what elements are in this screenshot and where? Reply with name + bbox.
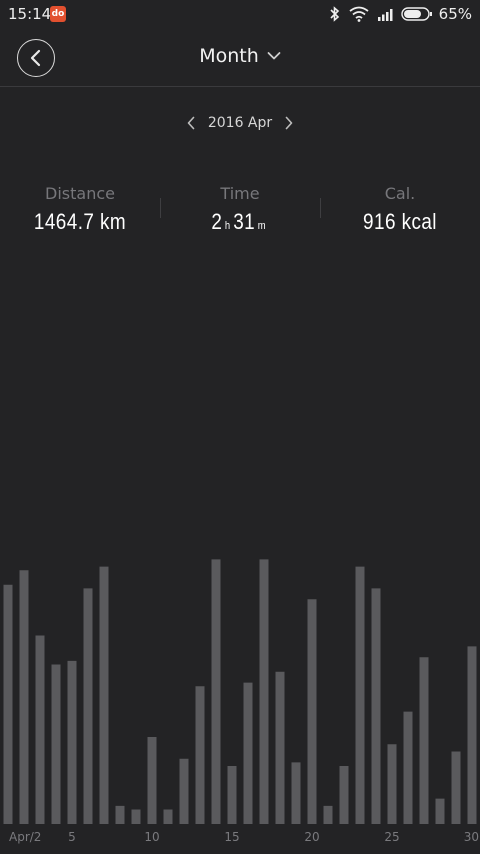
chevron-down-icon	[267, 52, 281, 60]
x-tick-label: 30	[464, 830, 479, 844]
chart-bar[interactable]	[163, 809, 173, 825]
chart-bar[interactable]	[51, 664, 61, 825]
chart-bar[interactable]	[307, 599, 317, 824]
chart-bar[interactable]	[3, 584, 13, 824]
x-tick-label: Apr/2	[9, 830, 41, 844]
chart-bar[interactable]	[371, 588, 381, 824]
header: Month	[0, 28, 480, 87]
month-navigator: 2016 Apr	[0, 115, 480, 131]
status-time: 15:14	[8, 5, 52, 23]
stat-time-hours: 2	[211, 209, 223, 234]
status-icons: 65%	[329, 5, 472, 23]
chart-bar[interactable]	[451, 751, 461, 825]
chart-bar[interactable]	[195, 686, 205, 824]
month-label: 2016 Apr	[207, 115, 273, 131]
chart-bar[interactable]	[419, 657, 429, 824]
daily-distance-chart: Apr/2 5 10 15 20 25 30	[3, 559, 479, 844]
x-tick-label: 10	[144, 830, 159, 844]
stat-time-minutes: 31	[233, 209, 256, 234]
chart-bar[interactable]	[291, 762, 301, 824]
chart-bar[interactable]	[323, 805, 333, 824]
period-label: Month	[199, 45, 259, 67]
stat-distance: Distance 1464.7 km	[0, 184, 160, 235]
next-month-button[interactable]	[284, 116, 294, 130]
stat-time-label: Time	[220, 184, 260, 203]
chart-bar[interactable]	[147, 737, 157, 824]
chart-bar[interactable]	[99, 566, 109, 824]
chart-bar[interactable]	[259, 559, 269, 824]
chart-bar[interactable]	[403, 711, 413, 824]
stat-distance-label: Distance	[45, 184, 115, 203]
chart-bar[interactable]	[19, 570, 29, 824]
chart-bar[interactable]	[35, 635, 45, 825]
stat-calories-label: Cal.	[384, 184, 416, 203]
chart-bar[interactable]	[227, 766, 237, 824]
chart-bar[interactable]	[67, 660, 77, 824]
signal-icon	[377, 9, 393, 21]
stat-calories-value: 916 kcal	[363, 209, 437, 234]
chart-bar[interactable]	[243, 682, 253, 824]
bluetooth-icon	[330, 6, 339, 22]
stat-time-value: 2 h 31 m	[171, 209, 309, 235]
app-notification-icon: do	[50, 6, 66, 22]
x-tick-label: 20	[304, 830, 319, 844]
stat-time: Time 2 h 31 m	[160, 184, 320, 235]
battery-percent: 65%	[438, 5, 472, 23]
chart-bar[interactable]	[275, 671, 285, 824]
period-selector[interactable]: Month	[0, 45, 480, 67]
stat-distance-value: 1464.7 km	[33, 209, 127, 234]
chart-bar[interactable]	[467, 646, 477, 824]
chart-bar[interactable]	[211, 559, 221, 824]
stat-time-hours-unit: h	[224, 220, 231, 232]
summary-stats: Distance 1464.7 km Time 2 h 31 m Cal. 916 k…	[0, 184, 480, 244]
battery-icon	[400, 7, 432, 21]
chart-bar[interactable]	[435, 798, 445, 824]
chart-bar[interactable]	[387, 744, 397, 824]
x-tick-label: 5	[68, 830, 76, 844]
x-tick-label: 25	[384, 830, 399, 844]
status-bar: 15:14 do 65%	[0, 0, 480, 28]
stat-calories: Cal. 916 kcal	[320, 184, 480, 235]
x-tick-label: 15	[224, 830, 239, 844]
chart-bar[interactable]	[115, 805, 125, 824]
chart-bar[interactable]	[339, 766, 349, 824]
stat-time-minutes-unit: m	[257, 220, 267, 232]
chart-bar[interactable]	[83, 588, 93, 824]
chart-bar[interactable]	[355, 566, 365, 824]
wifi-icon	[349, 6, 369, 22]
prev-month-button[interactable]	[186, 116, 196, 130]
chart-bar[interactable]	[131, 809, 141, 825]
chart-bar[interactable]	[179, 758, 189, 824]
